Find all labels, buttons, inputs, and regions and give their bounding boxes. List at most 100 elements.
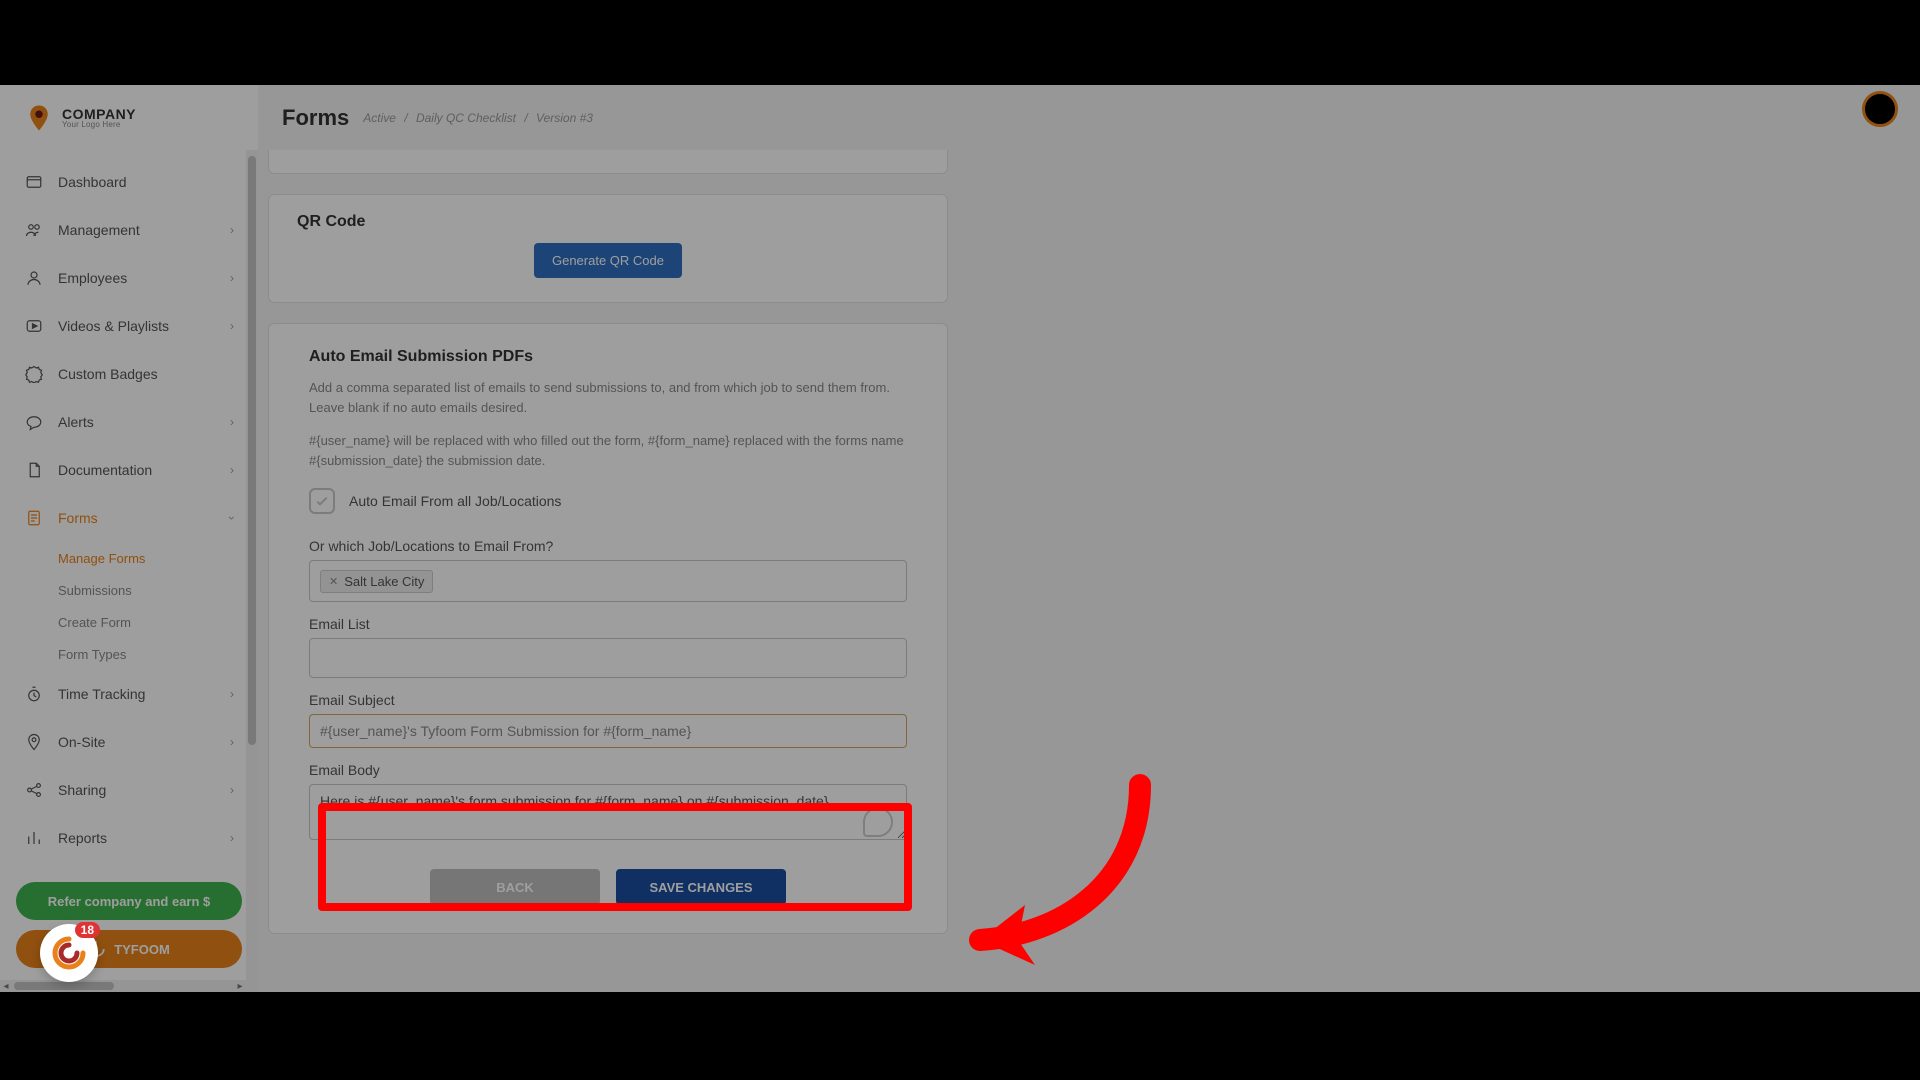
sidebar-item-documentation[interactable]: Documentation › — [0, 446, 258, 494]
breadcrumb-item[interactable]: Active — [363, 111, 396, 125]
chevron-right-icon: › — [230, 831, 234, 845]
sidebar-item-label: Employees — [58, 270, 230, 286]
generate-qr-button[interactable]: Generate QR Code — [534, 243, 682, 278]
chevron-right-icon: › — [230, 687, 234, 701]
sidebar-item-label: Forms — [58, 510, 230, 526]
main-area: Forms Active / Daily QC Checklist / Vers… — [258, 85, 1920, 992]
auto-email-all-label: Auto Email From all Job/Locations — [349, 493, 561, 509]
breadcrumb-sep: / — [404, 111, 407, 125]
sidebar-sub-submissions[interactable]: Submissions — [58, 574, 258, 606]
refer-button[interactable]: Refer company and earn $ — [16, 882, 242, 920]
sidebar-item-label: Management — [58, 222, 230, 238]
remove-tag-icon[interactable]: ✕ — [329, 575, 338, 588]
sidebar-sub-manage-forms[interactable]: Manage Forms — [58, 542, 258, 574]
badge-icon — [24, 364, 44, 384]
auto-email-title: Auto Email Submission PDFs — [309, 348, 907, 366]
save-changes-button[interactable]: SAVE CHANGES — [616, 869, 786, 905]
share-icon — [24, 780, 44, 800]
chat-icon — [24, 412, 44, 432]
tyfoom-label: TYFOOM — [114, 942, 170, 957]
chevron-right-icon: › — [230, 783, 234, 797]
auto-email-card: Auto Email Submission PDFs Add a comma s… — [268, 323, 948, 934]
sidebar: COMPANY Your Logo Here Dashboard Managem… — [0, 85, 258, 992]
users-icon — [24, 220, 44, 240]
sidebar-item-badges[interactable]: Custom Badges — [0, 350, 258, 398]
sidebar-item-label: Time Tracking — [58, 686, 230, 702]
sidebar-h-scrollbar[interactable]: ◂ ▸ — [0, 980, 246, 992]
sidebar-item-label: Sharing — [58, 782, 230, 798]
sidebar-item-label: Dashboard — [58, 174, 234, 190]
sidebar-item-employees[interactable]: Employees › — [0, 254, 258, 302]
check-icon — [314, 493, 330, 509]
auto-email-desc2: #{user_name} will be replaced with who f… — [309, 431, 907, 470]
topbar: Forms Active / Daily QC Checklist / Vers… — [258, 85, 1920, 150]
sidebar-item-label: Reports — [58, 830, 230, 846]
breadcrumb: Active / Daily QC Checklist / Version #3 — [363, 111, 593, 125]
sidebar-item-videos[interactable]: Videos & Playlists › — [0, 302, 258, 350]
location-tag-label: Salt Lake City — [344, 574, 424, 589]
locations-input[interactable]: ✕ Salt Lake City — [309, 560, 907, 602]
locations-label: Or which Job/Locations to Email From? — [309, 538, 907, 554]
sidebar-item-reports[interactable]: Reports › — [0, 814, 258, 862]
sidebar-item-label: On-Site — [58, 734, 230, 750]
refer-label: Refer company and earn $ — [48, 894, 211, 909]
breadcrumb-item[interactable]: Daily QC Checklist — [416, 111, 516, 125]
sidebar-item-time-tracking[interactable]: Time Tracking › — [0, 670, 258, 718]
sidebar-item-forms[interactable]: Forms › — [0, 494, 258, 542]
sidebar-item-label: Alerts — [58, 414, 230, 430]
logo: COMPANY Your Logo Here — [0, 85, 258, 150]
intercom-badge: 18 — [75, 922, 100, 938]
email-subject-label: Email Subject — [309, 692, 907, 708]
scroll-right-icon[interactable]: ▸ — [234, 980, 246, 992]
h-scroll-thumb[interactable] — [14, 982, 114, 990]
sidebar-item-sharing[interactable]: Sharing › — [0, 766, 258, 814]
chat-bubble-icon[interactable] — [863, 807, 893, 837]
intercom-launcher[interactable]: 18 — [40, 924, 98, 982]
sidebar-sub-create-form[interactable]: Create Form — [58, 606, 258, 638]
sidebar-footer: Refer company and earn $ TYFOOM — [0, 872, 258, 992]
sidebar-item-management[interactable]: Management › — [0, 206, 258, 254]
dashboard-icon — [24, 172, 44, 192]
chevron-right-icon: › — [230, 463, 234, 477]
email-list-input[interactable] — [309, 638, 907, 678]
breadcrumb-item[interactable]: Version #3 — [536, 111, 593, 125]
qr-title: QR Code — [297, 213, 919, 231]
chevron-right-icon: › — [230, 271, 234, 285]
sidebar-item-onsite[interactable]: On-Site › — [0, 718, 258, 766]
chevron-right-icon: › — [230, 319, 234, 333]
card-stub — [268, 150, 948, 174]
email-body-label: Email Body — [309, 762, 907, 778]
avatar[interactable] — [1862, 91, 1898, 127]
location-tag: ✕ Salt Lake City — [320, 570, 433, 593]
app-window: COMPANY Your Logo Here Dashboard Managem… — [0, 85, 1920, 992]
page-title: Forms — [282, 105, 349, 131]
button-row: BACK SAVE CHANGES — [309, 869, 907, 905]
stopwatch-icon — [24, 684, 44, 704]
qr-card: QR Code Generate QR Code — [268, 194, 948, 303]
chevron-down-icon: › — [225, 516, 239, 520]
scrollbar-thumb[interactable] — [248, 156, 256, 745]
logo-icon — [24, 103, 54, 133]
back-button[interactable]: BACK — [430, 869, 600, 905]
sidebar-item-dashboard[interactable]: Dashboard — [0, 158, 258, 206]
auto-email-all-row: Auto Email From all Job/Locations — [309, 488, 907, 514]
form-icon — [24, 508, 44, 528]
scroll-left-icon[interactable]: ◂ — [0, 980, 12, 992]
intercom-icon — [51, 935, 87, 971]
email-body-input[interactable] — [309, 784, 907, 840]
sidebar-item-label: Custom Badges — [58, 366, 234, 382]
logo-text: COMPANY — [62, 107, 136, 121]
breadcrumb-sep: / — [524, 111, 527, 125]
bar-chart-icon — [24, 828, 44, 848]
email-list-label: Email List — [309, 616, 907, 632]
email-subject-input[interactable] — [309, 714, 907, 748]
sidebar-item-alerts[interactable]: Alerts › — [0, 398, 258, 446]
letterbox-top — [0, 0, 1920, 85]
auto-email-all-checkbox[interactable] — [309, 488, 335, 514]
sidebar-item-label: Videos & Playlists — [58, 318, 230, 334]
sidebar-scrollbar[interactable] — [246, 150, 258, 992]
sidebar-sub-form-types[interactable]: Form Types — [58, 638, 258, 670]
logo-subtext: Your Logo Here — [62, 121, 136, 129]
content: QR Code Generate QR Code Auto Email Subm… — [258, 150, 1920, 992]
letterbox-bottom — [0, 992, 1920, 1080]
